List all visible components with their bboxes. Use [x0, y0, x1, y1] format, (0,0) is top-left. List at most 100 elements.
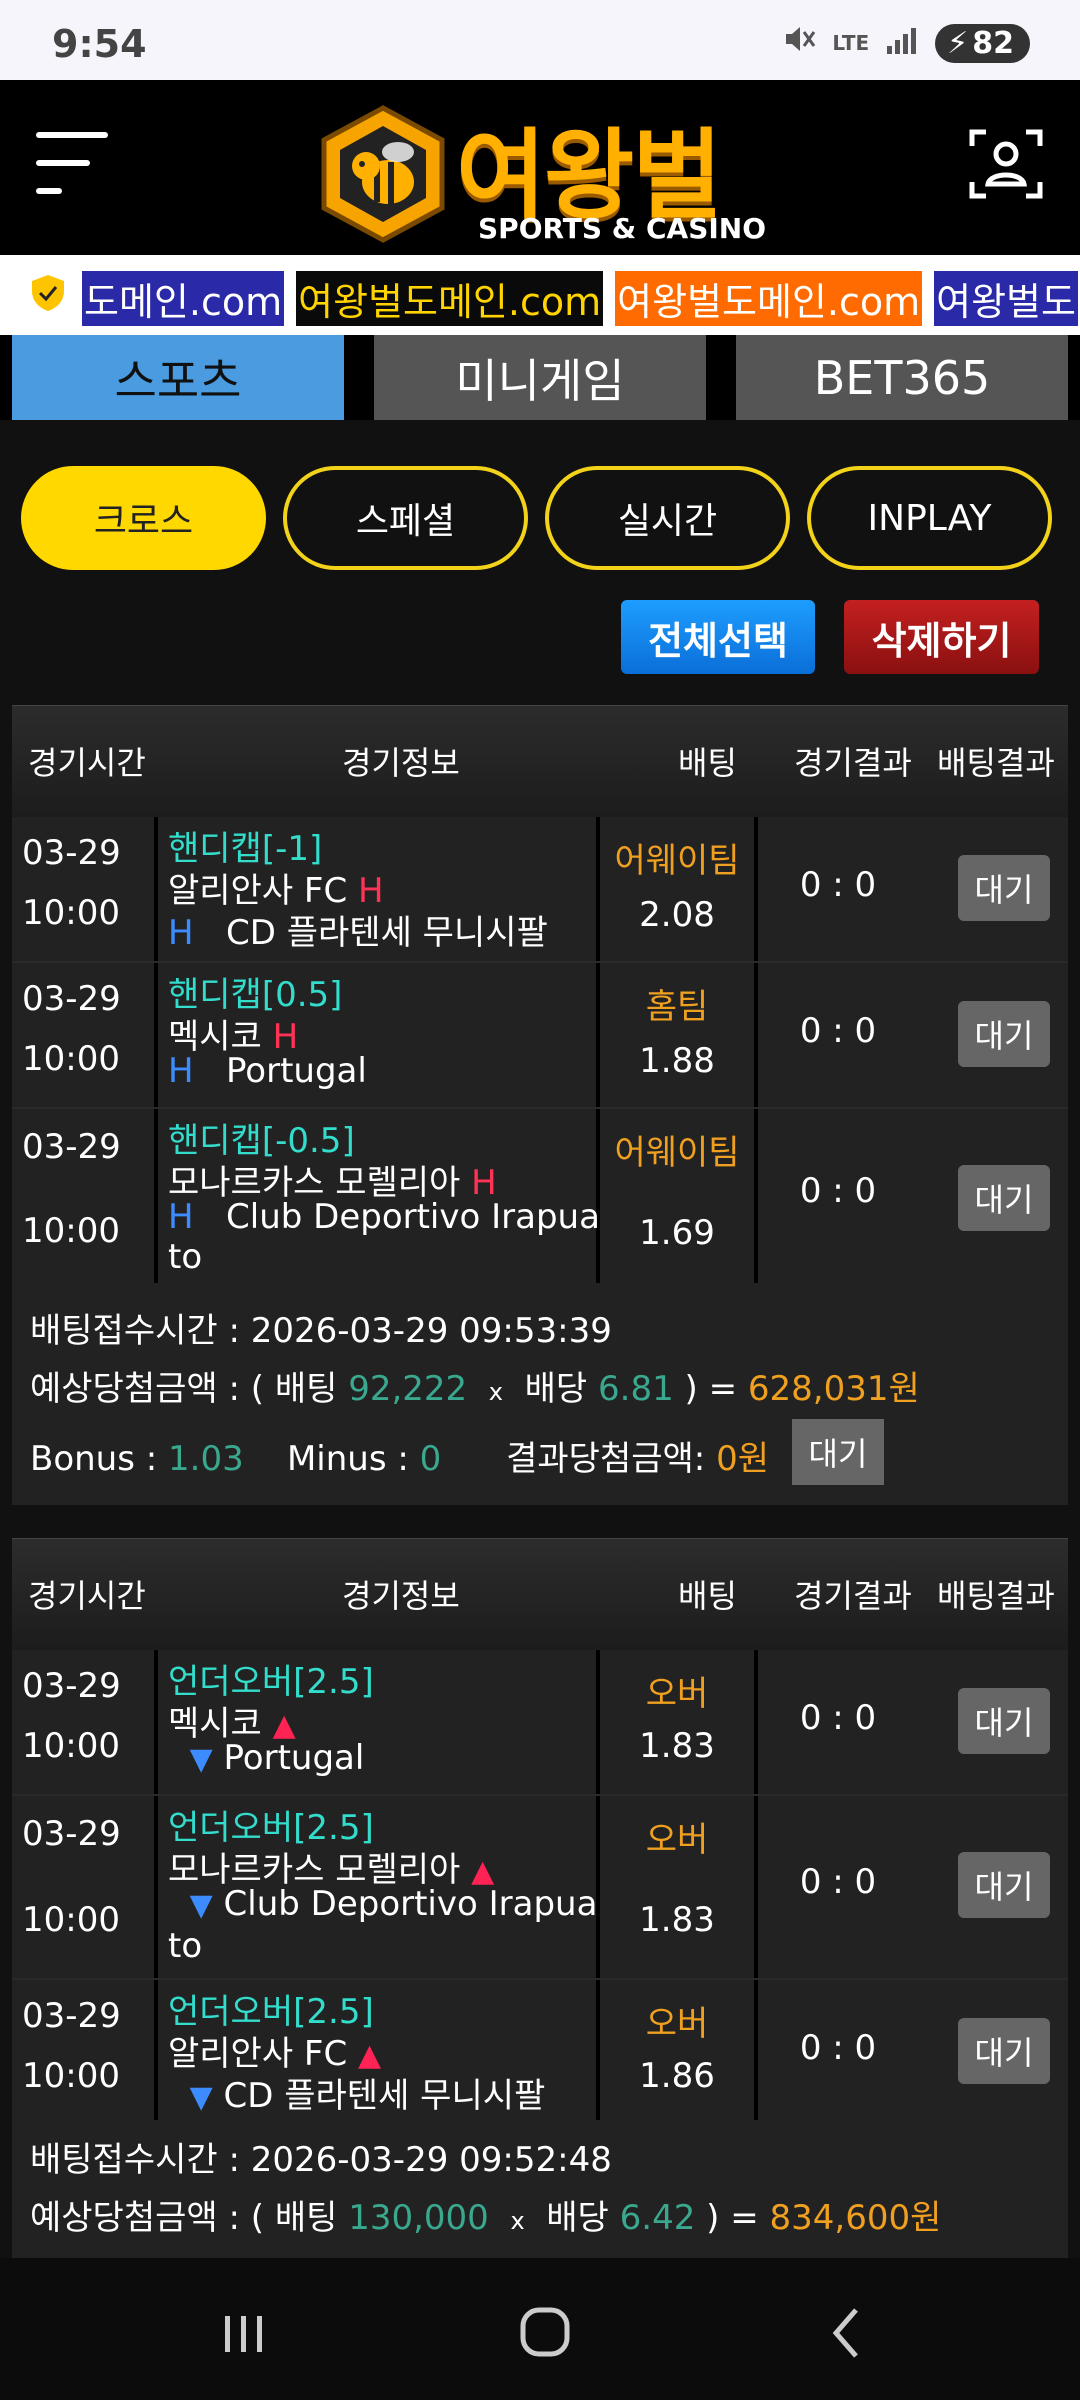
tab-minigame[interactable]: 미니게임	[374, 335, 706, 420]
main-content: 크로스 스페셜 실시간 INPLAY 전체선택 삭제하기 경기시간 경기정보 배…	[0, 420, 1080, 2258]
bet-odds: 1.86	[639, 2056, 715, 2096]
bet-odds: 1.88	[639, 1041, 715, 1081]
match-time: 10:00	[22, 1900, 120, 1940]
away-team: Club Deportivo Irapua	[226, 1197, 600, 1237]
bet-pick: 오버	[645, 2004, 709, 2044]
expected-label: 예상당첨금액 : ( 배팅	[30, 2198, 349, 2238]
table-row: 03-29 10:00 언더오버[2.5] 모나르카스 모렐리아 ▲ ▼ Club…	[12, 1796, 1068, 1978]
away-team: Club Deportivo Irapua	[223, 1884, 598, 1924]
handicap-away-marker: H	[168, 1197, 194, 1237]
match-time: 10:00	[22, 893, 120, 933]
table-row: 03-29 10:00 핸디캡[-0.5] 모나르카스 모렐리아 H H Club…	[12, 1109, 1068, 1289]
result-amount: 0원	[716, 1439, 769, 1479]
match-score: 0 : 0	[799, 1011, 877, 1051]
match-date: 03-29	[22, 833, 121, 873]
tab-sports[interactable]: 스포츠	[12, 335, 344, 420]
equals-sign: ) =	[706, 2198, 759, 2238]
accepted-label: 배팅접수시간 :	[30, 1311, 251, 1351]
table-row: 03-29 10:00 언더오버[2.5] 멕시코 ▲ ▼ Portugal 오버…	[12, 1650, 1068, 1794]
expected-payout: 834,600원	[769, 2198, 942, 2238]
accepted-time: 2026-03-29 09:52:48	[250, 2140, 612, 2180]
domain-marquee: 도메인.com 여왕벌도메인.com 여왕벌도메인.com 여왕벌도	[0, 255, 1080, 335]
match-date: 03-29	[22, 1127, 121, 1167]
minus-value: 0	[419, 1439, 442, 1479]
home-icon[interactable]	[505, 2298, 585, 2368]
recent-apps-icon[interactable]	[203, 2298, 283, 2368]
table-row: 03-29 10:00 언더오버[2.5] 알리안사 FC ▲ ▼ CD 플라텐세…	[12, 1980, 1068, 2120]
bonus-value: 1.03	[168, 1439, 244, 1479]
match-score: 0 : 0	[799, 1698, 877, 1738]
shield-icon	[32, 275, 64, 311]
col-bet: 배팅	[678, 744, 737, 782]
col-result: 경기결과	[794, 744, 912, 782]
match-date: 03-29	[22, 1666, 121, 1706]
match-time: 10:00	[22, 2056, 120, 2096]
total-odds: 6.81	[598, 1369, 674, 1409]
expected-label: 예상당첨금액 : ( 배팅	[30, 1369, 349, 1409]
bet-summary-2: 배팅접수시간 : 2026-03-29 09:52:48 예상당첨금액 : ( …	[12, 2120, 1068, 2258]
marquee-item: 도메인.com	[82, 271, 285, 326]
tab-bet365[interactable]: BET365	[736, 335, 1068, 420]
col-bet-result: 배팅결과	[937, 1577, 1055, 1615]
col-time: 경기시간	[28, 1577, 146, 1615]
away-team: Portugal	[223, 1738, 365, 1778]
bet-odds: 1.83	[639, 1726, 715, 1766]
bonus-label: Bonus :	[30, 1439, 169, 1479]
away-team-continued: to	[168, 1237, 203, 1277]
match-score: 0 : 0	[799, 1171, 877, 1211]
filter-realtime[interactable]: 실시간	[545, 466, 790, 570]
col-result: 경기결과	[794, 1577, 912, 1615]
handicap-away-marker: H	[168, 913, 194, 953]
odds-label: 배당	[524, 1369, 588, 1409]
select-all-button[interactable]: 전체선택	[621, 600, 815, 674]
summary-status-badge[interactable]: 대기	[792, 1419, 884, 1485]
bet-slip-1: 경기시간 경기정보 배팅 경기결과 배팅결과 03-29 10:00 핸디캡[-1…	[12, 705, 1068, 1289]
total-odds: 6.42	[619, 2198, 696, 2238]
under-down-icon: ▼	[189, 2080, 213, 2115]
menu-icon[interactable]	[36, 132, 110, 198]
accepted-time: 2026-03-29 09:53:39	[250, 1311, 612, 1351]
match-date: 03-29	[22, 979, 121, 1019]
back-icon[interactable]	[806, 2298, 886, 2368]
minus-label: Minus :	[286, 1439, 420, 1479]
status-icons: LTE ⚡ 82	[782, 22, 1030, 64]
col-info: 경기정보	[342, 744, 460, 782]
match-score: 0 : 0	[799, 2028, 877, 2068]
mute-icon	[782, 22, 816, 64]
site-logo[interactable]: 여왕벌 SPORTS & CASINO	[318, 92, 768, 247]
stake-amount: 130,000	[348, 2198, 489, 2238]
under-down-icon: ▼	[189, 1742, 213, 1777]
away-team: CD 플라텐세 무니시팔	[223, 2076, 546, 2116]
battery-indicator: ⚡ 82	[935, 23, 1030, 63]
status-badge[interactable]: 대기	[958, 1852, 1050, 1918]
status-badge[interactable]: 대기	[958, 1688, 1050, 1754]
away-team: CD 플라텐세 무니시팔	[226, 913, 548, 953]
status-badge[interactable]: 대기	[958, 1001, 1050, 1067]
status-bar: 9:54 LTE ⚡ 82	[0, 0, 1080, 80]
col-bet-result: 배팅결과	[937, 744, 1055, 782]
match-time: 10:00	[22, 1211, 120, 1251]
charging-icon: ⚡	[947, 25, 969, 61]
table-header: 경기시간 경기정보 배팅 경기결과 배팅결과	[12, 705, 1068, 817]
table-header: 경기시간 경기정보 배팅 경기결과 배팅결과	[12, 1538, 1068, 1650]
status-badge[interactable]: 대기	[958, 855, 1050, 921]
filter-cross[interactable]: 크로스	[21, 466, 266, 570]
table-row: 03-29 10:00 핸디캡[0.5] 멕시코 H H Portugal 홈팀 1…	[12, 963, 1068, 1107]
bet-pick: 홈팀	[645, 987, 709, 1027]
times-sign: x	[510, 2207, 525, 2235]
marquee-item: 여왕벌도	[934, 271, 1078, 326]
bet-pick: 오버	[645, 1820, 709, 1860]
delete-button[interactable]: 삭제하기	[844, 600, 1039, 674]
bet-summary-1: 배팅접수시간 : 2026-03-29 09:53:39 예상당첨금액 : ( …	[12, 1283, 1068, 1505]
status-badge[interactable]: 대기	[958, 1165, 1050, 1231]
status-badge[interactable]: 대기	[958, 2018, 1050, 2084]
table-row: 03-29 10:00 핸디캡[-1] 알리안사 FC H H CD 플라텐세 무…	[12, 817, 1068, 961]
bet-odds: 1.83	[639, 1900, 715, 1940]
category-tabs: 스포츠 미니게임 BET365	[0, 335, 1080, 420]
profile-scan-icon[interactable]	[968, 126, 1044, 202]
filter-inplay[interactable]: INPLAY	[807, 466, 1052, 570]
marquee-item: 여왕벌도메인.com	[615, 271, 923, 326]
match-date: 03-29	[22, 1814, 121, 1854]
times-sign: x	[488, 1378, 503, 1406]
filter-special[interactable]: 스페셜	[283, 466, 528, 570]
